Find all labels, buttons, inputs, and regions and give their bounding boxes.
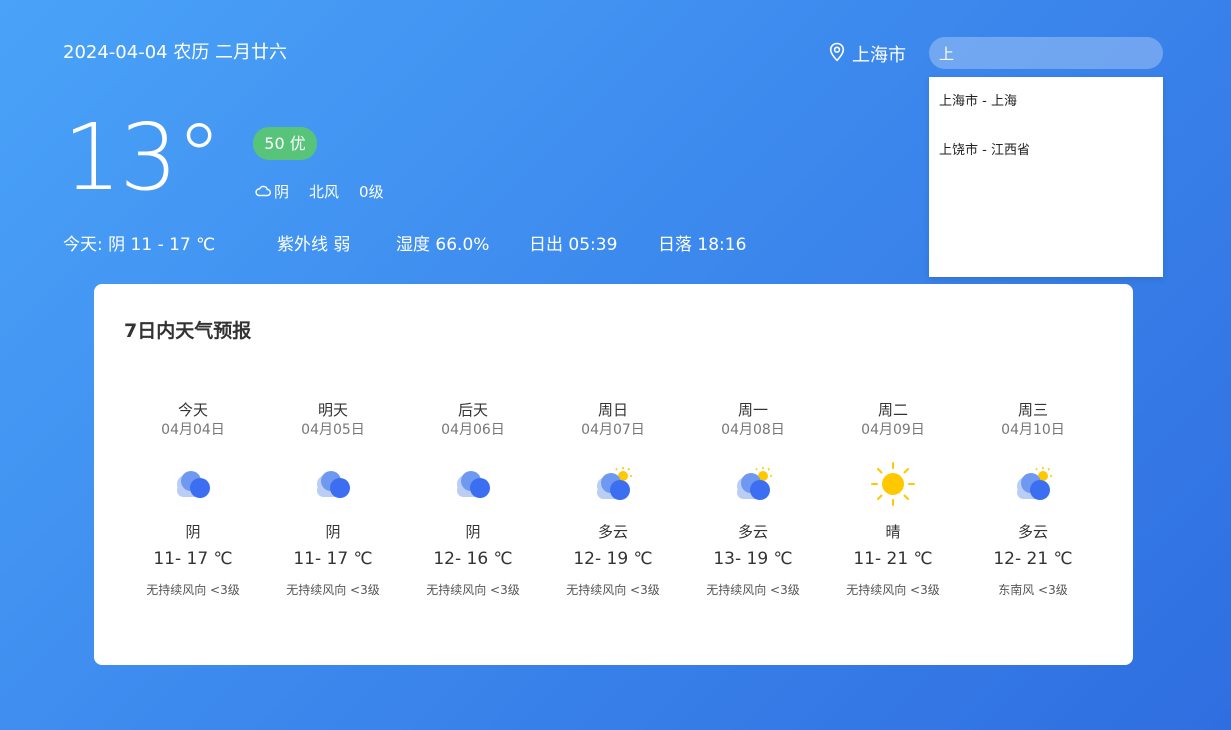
forecast-card: 7日内天气预报 今天 04月04日 阴 11- 17 ℃ 无持续风向 <3级 明… bbox=[94, 284, 1133, 665]
day-wind: 无持续风向 <3级 bbox=[286, 583, 380, 597]
date-lunar: 2024-04-04 农历 二月廿六 bbox=[63, 42, 288, 63]
current-condition: 阴 bbox=[274, 183, 290, 201]
cloud-outline-icon bbox=[255, 183, 271, 201]
day-date: 04月08日 bbox=[721, 422, 785, 438]
partly-cloudy-icon bbox=[730, 465, 776, 507]
wind-direction: 北风 bbox=[309, 183, 340, 201]
day-name: 后天 bbox=[457, 401, 488, 419]
sunrise-time: 日出 05:39 bbox=[529, 235, 618, 255]
day-date: 04月07日 bbox=[581, 422, 645, 438]
day-name: 明天 bbox=[317, 401, 348, 419]
day-condition: 阴 bbox=[465, 523, 481, 541]
forecast-day: 周二 04月09日 晴 11- 21 ℃ 无持续风向 <3级 bbox=[823, 400, 963, 598]
day-date: 04月05日 bbox=[301, 422, 365, 438]
wind-level: 0级 bbox=[359, 183, 384, 201]
day-name: 周三 bbox=[1017, 401, 1048, 419]
day-wind: 无持续风向 <3级 bbox=[426, 583, 520, 597]
forecast-day: 明天 04月05日 阴 11- 17 ℃ 无持续风向 <3级 bbox=[263, 400, 403, 598]
day-temp-range: 12- 16 ℃ bbox=[433, 549, 513, 569]
day-wind: 东南风 <3级 bbox=[998, 583, 1068, 597]
forecast-title: 7日内天气预报 bbox=[124, 320, 252, 342]
overcast-cloud-icon bbox=[310, 467, 356, 505]
day-temp-range: 11- 17 ℃ bbox=[153, 549, 233, 569]
day-temp-range: 13- 19 ℃ bbox=[713, 549, 793, 569]
overcast-cloud-icon bbox=[170, 467, 216, 505]
day-temp-range: 11- 17 ℃ bbox=[293, 549, 373, 569]
day-name: 周二 bbox=[877, 401, 908, 419]
day-name: 周日 bbox=[597, 401, 628, 419]
day-name: 周一 bbox=[737, 401, 768, 419]
day-temp-range: 12- 19 ℃ bbox=[573, 549, 653, 569]
day-condition: 多云 bbox=[597, 523, 628, 541]
day-date: 04月10日 bbox=[1001, 422, 1065, 438]
sunset-time: 日落 18:16 bbox=[658, 235, 747, 255]
day-date: 04月04日 bbox=[161, 422, 225, 438]
today-summary: 今天: 阴 11 - 17 ℃ bbox=[63, 235, 216, 255]
forecast-day: 今天 04月04日 阴 11- 17 ℃ 无持续风向 <3级 bbox=[123, 400, 263, 598]
day-wind: 无持续风向 <3级 bbox=[706, 583, 800, 597]
aqi-badge: 50 优 bbox=[253, 127, 317, 160]
day-condition: 晴 bbox=[885, 523, 901, 541]
partly-cloudy-icon bbox=[1010, 465, 1056, 507]
city-search-input[interactable] bbox=[929, 37, 1163, 69]
sun-icon bbox=[870, 461, 916, 511]
day-date: 04月06日 bbox=[441, 422, 505, 438]
forecast-day: 后天 04月06日 阴 12- 16 ℃ 无持续风向 <3级 bbox=[403, 400, 543, 598]
day-temp-range: 11- 21 ℃ bbox=[853, 549, 933, 569]
day-condition: 多云 bbox=[1017, 523, 1048, 541]
day-condition: 阴 bbox=[185, 523, 201, 541]
day-condition: 多云 bbox=[737, 523, 768, 541]
day-date: 04月09日 bbox=[861, 422, 925, 438]
overcast-cloud-icon bbox=[450, 467, 496, 505]
current-conditions: 阴 北风 0级 bbox=[255, 181, 384, 202]
forecast-day: 周一 04月08日 多云 13- 19 ℃ 无持续风向 <3级 bbox=[683, 400, 823, 598]
day-wind: 无持续风向 <3级 bbox=[566, 583, 660, 597]
suggestion-item[interactable]: 上海市 - 上海 bbox=[929, 77, 1163, 126]
location-pin-icon bbox=[828, 42, 846, 67]
current-city[interactable]: 上海市 bbox=[828, 41, 906, 67]
forecast-day: 周日 04月07日 多云 12- 19 ℃ 无持续风向 <3级 bbox=[543, 400, 683, 598]
search-suggestions: 上海市 - 上海 上饶市 - 江西省 bbox=[929, 77, 1163, 277]
humidity: 湿度 66.0% bbox=[396, 235, 490, 255]
day-wind: 无持续风向 <3级 bbox=[146, 583, 240, 597]
day-wind: 无持续风向 <3级 bbox=[846, 583, 940, 597]
current-temperature: 13° bbox=[63, 104, 222, 211]
forecast-day: 周三 04月10日 多云 12- 21 ℃ 东南风 <3级 bbox=[963, 400, 1103, 598]
day-name: 今天 bbox=[177, 401, 208, 419]
uv-index: 紫外线 弱 bbox=[277, 235, 351, 255]
partly-cloudy-icon bbox=[590, 465, 636, 507]
today-summary-row: 今天: 阴 11 - 17 ℃ 紫外线 弱 湿度 66.0% 日出 05:39 … bbox=[63, 230, 746, 255]
day-condition: 阴 bbox=[325, 523, 341, 541]
city-name: 上海市 bbox=[852, 45, 906, 66]
day-temp-range: 12- 21 ℃ bbox=[993, 549, 1073, 569]
suggestion-item[interactable]: 上饶市 - 江西省 bbox=[929, 126, 1163, 175]
